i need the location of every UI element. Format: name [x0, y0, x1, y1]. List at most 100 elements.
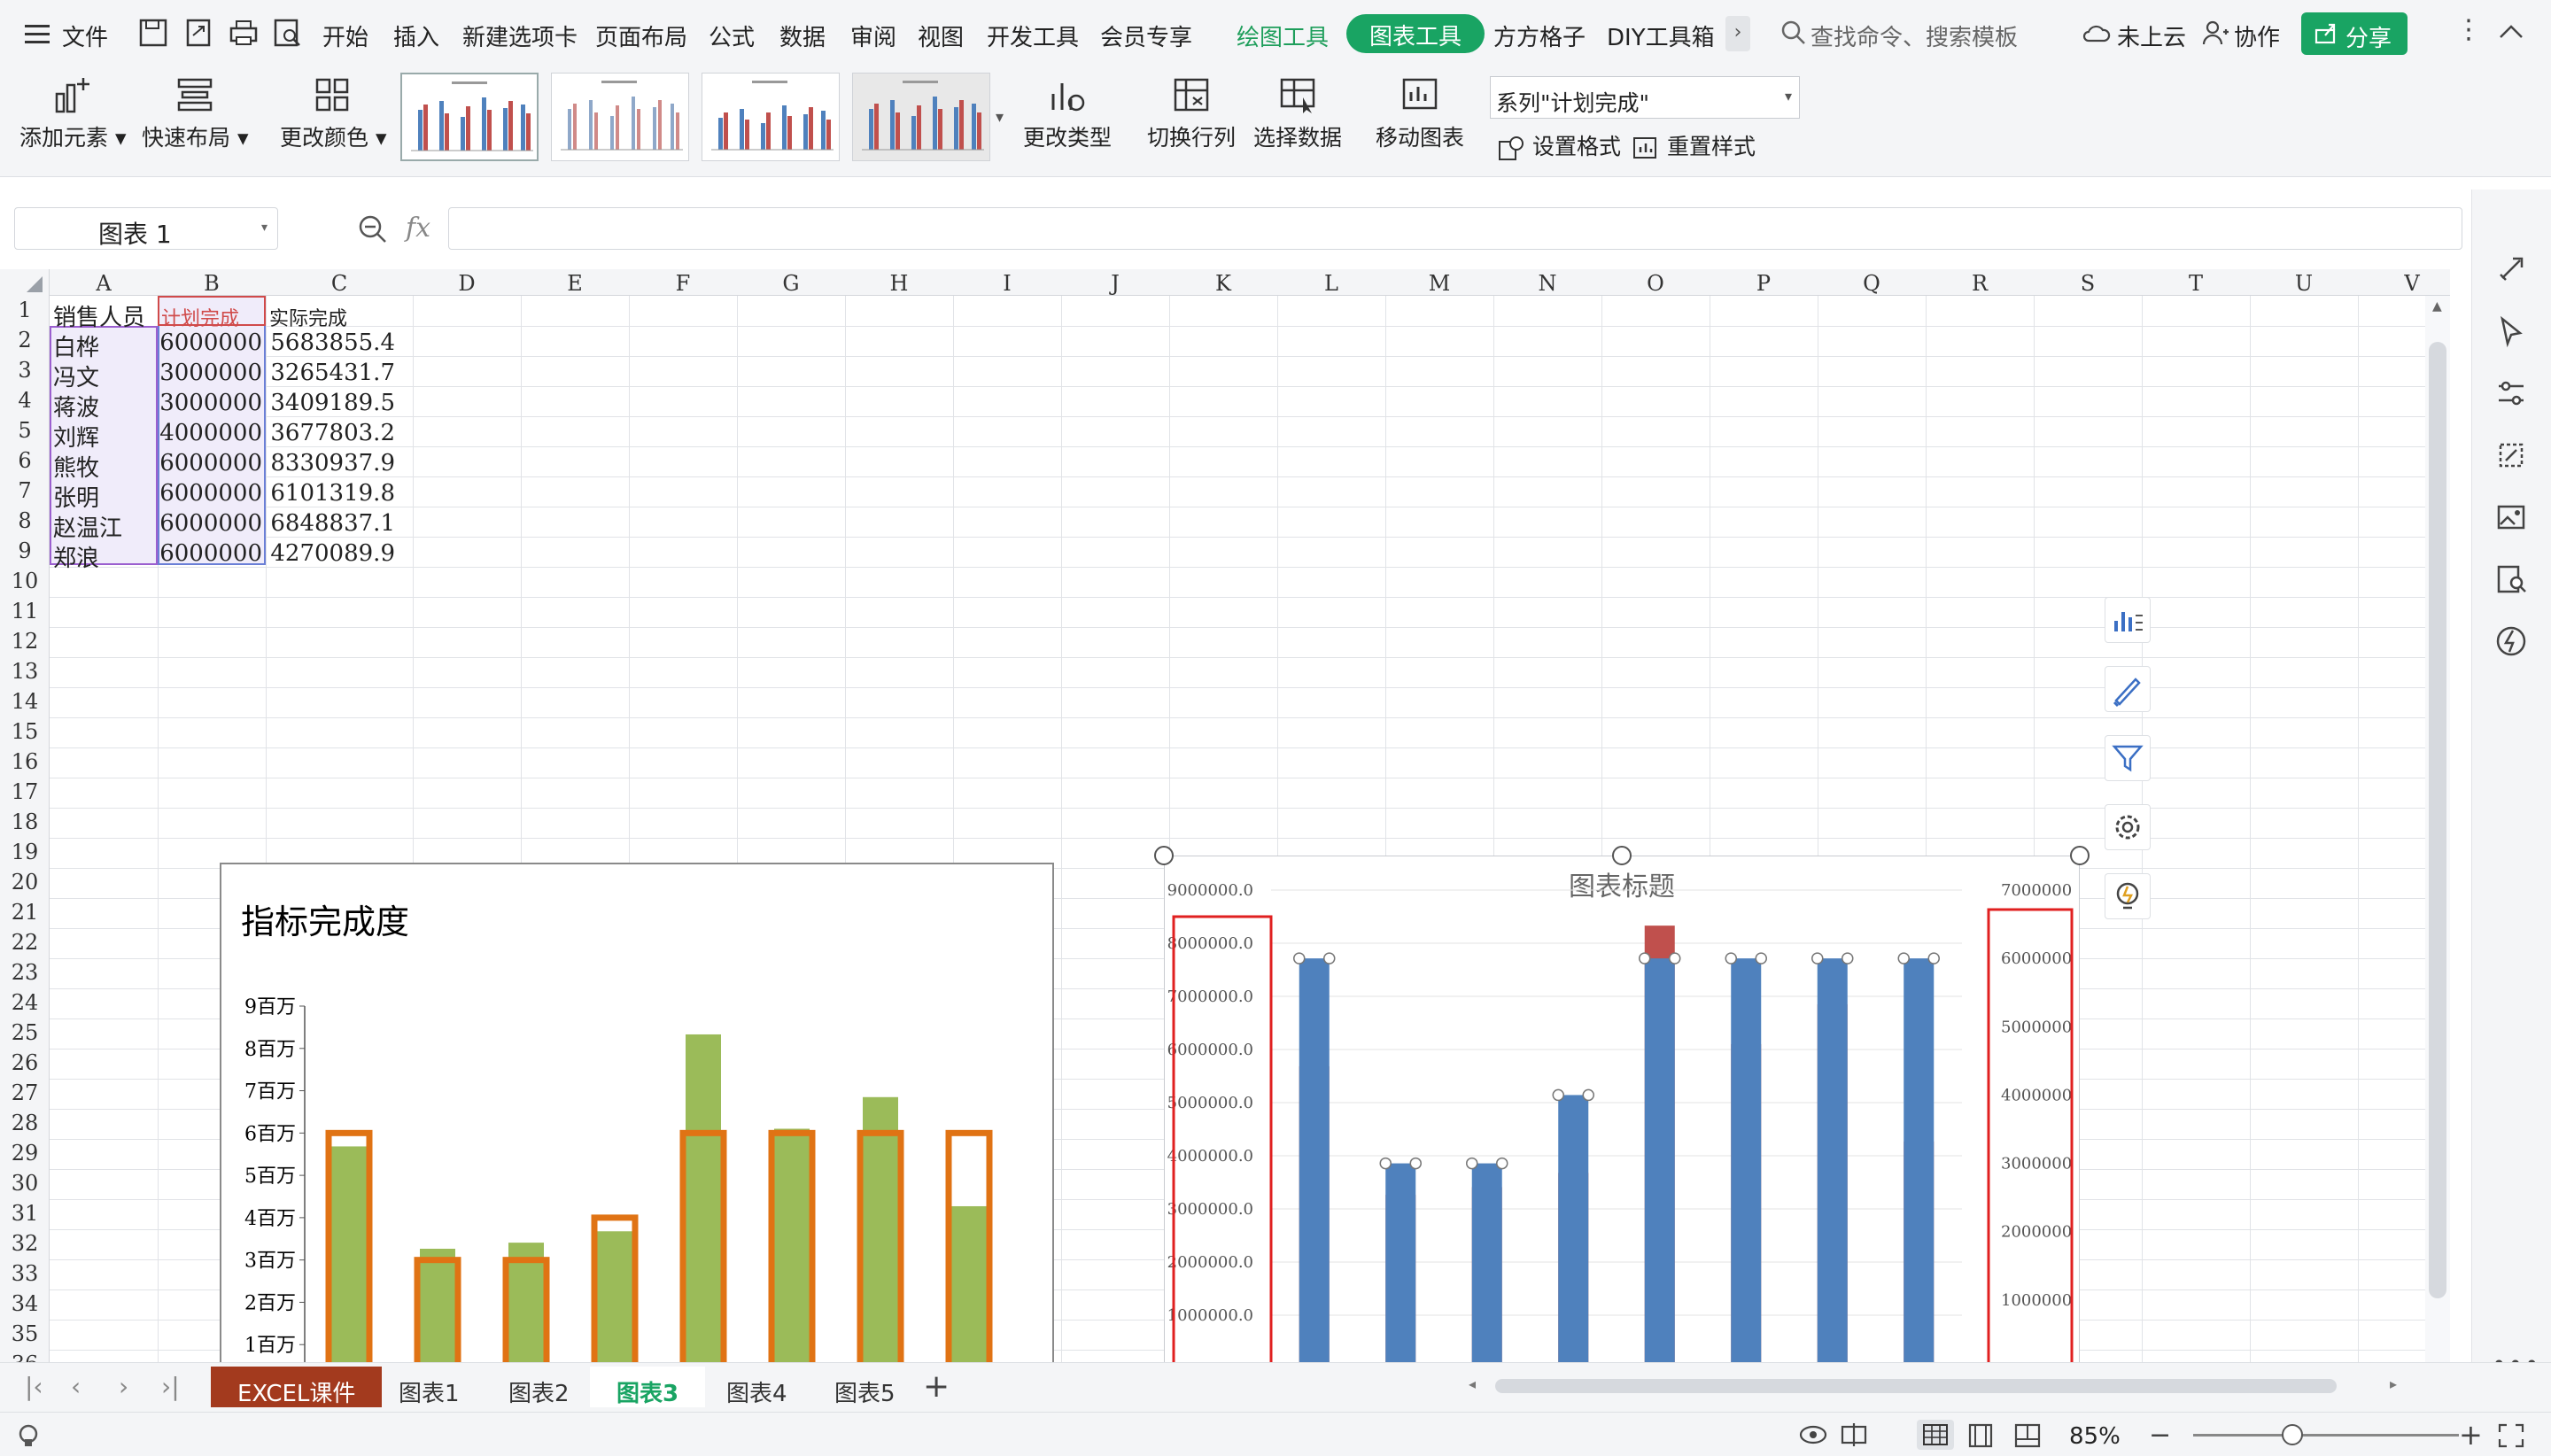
add-sheet-icon[interactable]: +: [923, 1368, 950, 1405]
column-header-o[interactable]: O: [1601, 269, 1710, 296]
more-tabs-chevron-icon[interactable]: ›: [1725, 16, 1750, 51]
export-icon[interactable]: [184, 18, 214, 48]
tab-excel-course[interactable]: EXCEL课件: [211, 1367, 383, 1407]
resize-handle-tr[interactable]: [2070, 846, 2090, 865]
menu-page-layout[interactable]: 页面布局: [595, 19, 687, 52]
tab-chart2[interactable]: 图表2: [482, 1367, 596, 1407]
row-header-33[interactable]: 33: [0, 1261, 50, 1291]
chart-elements-button[interactable]: [2105, 597, 2151, 643]
row-header-17[interactable]: 17: [0, 779, 50, 809]
add-element-button[interactable]: 添加元素 ▾: [19, 74, 127, 152]
menu-chart-tools[interactable]: 图表工具: [1346, 14, 1485, 53]
cell-salesperson[interactable]: 张明: [53, 480, 99, 513]
row-header-5[interactable]: 5: [0, 418, 50, 448]
row-header-13[interactable]: 13: [0, 659, 50, 689]
row-header-2[interactable]: 2: [0, 328, 50, 358]
row-header-32[interactable]: 32: [0, 1231, 50, 1261]
tab-chart5[interactable]: 图表5: [808, 1367, 922, 1407]
transform-icon[interactable]: [2493, 438, 2529, 473]
horizontal-scroll-thumb[interactable]: [1495, 1379, 2337, 1393]
change-type-button[interactable]: 更改类型: [1019, 74, 1116, 152]
vertical-scroll-thumb[interactable]: [2429, 342, 2446, 1298]
spreadsheet-grid[interactable]: ABCDEFGHIJKLMNOPQRSTUV 1 2 3 4 5 6 7 8 9 10 11 12 13…: [0, 269, 2450, 1362]
cell-plan[interactable]: 6000000: [158, 329, 262, 356]
page-break-view-icon[interactable]: [2012, 1423, 2043, 1448]
more-styles-chevron-icon[interactable]: ▾: [996, 108, 1004, 127]
row-header-15[interactable]: 15: [0, 719, 50, 749]
column-header-p[interactable]: P: [1710, 269, 1818, 296]
collapse-ribbon-chevron-icon[interactable]: [2498, 23, 2524, 41]
cell-salesperson[interactable]: 刘辉: [53, 420, 99, 453]
zoom-slider-track[interactable]: [2193, 1434, 2459, 1437]
next-sheet-icon[interactable]: ›: [119, 1372, 128, 1401]
menu-data[interactable]: 数据: [779, 19, 826, 52]
zoom-slider-handle[interactable]: [2282, 1424, 2303, 1445]
switch-row-col-button[interactable]: 切换行列: [1143, 74, 1240, 152]
cell-actual[interactable]: 6101319.8: [266, 480, 395, 507]
cloud-status[interactable]: 未上云: [2117, 19, 2186, 52]
hamburger-menu-icon[interactable]: [25, 23, 51, 44]
column-header-m[interactable]: M: [1385, 269, 1493, 296]
row-header-16[interactable]: 16: [0, 749, 50, 779]
fullscreen-icon[interactable]: [2496, 1421, 2526, 1448]
column-header-q[interactable]: Q: [1818, 269, 1926, 296]
chart-style-thumb-3[interactable]: [702, 73, 840, 161]
chart-style-thumb-1[interactable]: [400, 73, 539, 161]
more-options-icon[interactable]: ⋮: [2455, 14, 2482, 45]
column-header-e[interactable]: E: [521, 269, 629, 296]
menu-formula[interactable]: 公式: [709, 19, 755, 52]
column-header-i[interactable]: I: [953, 269, 1061, 296]
column-header-f[interactable]: F: [629, 269, 737, 296]
cell-salesperson[interactable]: 熊牧: [53, 450, 99, 483]
row-header-30[interactable]: 30: [0, 1171, 50, 1201]
menu-view[interactable]: 视图: [918, 19, 964, 52]
horizontal-scrollbar[interactable]: ◂ ▸: [1469, 1375, 2408, 1397]
cell-plan[interactable]: 6000000: [158, 480, 262, 507]
formula-input[interactable]: [448, 207, 2462, 250]
cell-actual[interactable]: 8330937.9: [266, 450, 395, 476]
menu-new-tab[interactable]: 新建选项卡: [462, 19, 578, 52]
zoom-formula-icon[interactable]: [358, 214, 388, 244]
print-preview-icon[interactable]: [273, 18, 303, 48]
column-header-a[interactable]: A: [50, 269, 158, 296]
normal-view-button[interactable]: [1917, 1420, 1954, 1450]
cell-plan[interactable]: 3000000: [158, 360, 262, 386]
set-format-button[interactable]: 设置格式: [1497, 129, 1621, 161]
row-header-29[interactable]: 29: [0, 1141, 50, 1171]
scroll-left-arrow-icon[interactable]: ◂: [1469, 1375, 1476, 1392]
header-actual[interactable]: 实际完成: [269, 303, 347, 331]
image-icon[interactable]: [2493, 500, 2529, 535]
row-header-35[interactable]: 35: [0, 1321, 50, 1351]
chart-style-button[interactable]: [2105, 666, 2151, 712]
row-header-25[interactable]: 25: [0, 1020, 50, 1050]
menu-home[interactable]: 开始: [322, 19, 368, 52]
series-select-dropdown[interactable]: 系列"计划完成" ▾: [1490, 76, 1800, 119]
prev-sheet-icon[interactable]: ‹: [71, 1372, 81, 1401]
row-header-27[interactable]: 27: [0, 1080, 50, 1111]
column-header-l[interactable]: L: [1277, 269, 1385, 296]
chart-filter-button[interactable]: [2105, 735, 2151, 781]
cell-actual[interactable]: 6848837.1: [266, 510, 395, 537]
cell-plan[interactable]: 6000000: [158, 540, 262, 567]
chart-smart-button[interactable]: [2105, 873, 2151, 919]
column-header-j[interactable]: J: [1061, 269, 1169, 296]
header-plan[interactable]: 计划完成: [161, 303, 239, 331]
header-salesperson[interactable]: 销售人员: [53, 299, 145, 332]
chart-style-thumb-2[interactable]: [551, 73, 689, 161]
scroll-right-arrow-icon[interactable]: ▸: [2390, 1375, 2397, 1392]
row-header-34[interactable]: 34: [0, 1291, 50, 1321]
row-header-8[interactable]: 8: [0, 508, 50, 538]
adjust-icon[interactable]: [2493, 376, 2529, 411]
tab-chart4[interactable]: 图表4: [700, 1367, 814, 1407]
resize-handle-tl[interactable]: [1154, 846, 1174, 865]
eye-protection-icon[interactable]: [1798, 1423, 1828, 1446]
row-header-26[interactable]: 26: [0, 1050, 50, 1080]
column-header-k[interactable]: K: [1169, 269, 1277, 296]
chart-settings-button[interactable]: [2105, 804, 2151, 850]
column-header-h[interactable]: H: [845, 269, 953, 296]
column-header-c[interactable]: C: [266, 269, 413, 296]
name-box[interactable]: 图表 1 ▾: [14, 207, 278, 250]
row-header-7[interactable]: 7: [0, 478, 50, 508]
column-header-t[interactable]: T: [2142, 269, 2250, 296]
reset-style-button[interactable]: 重置样式: [1632, 129, 1756, 161]
